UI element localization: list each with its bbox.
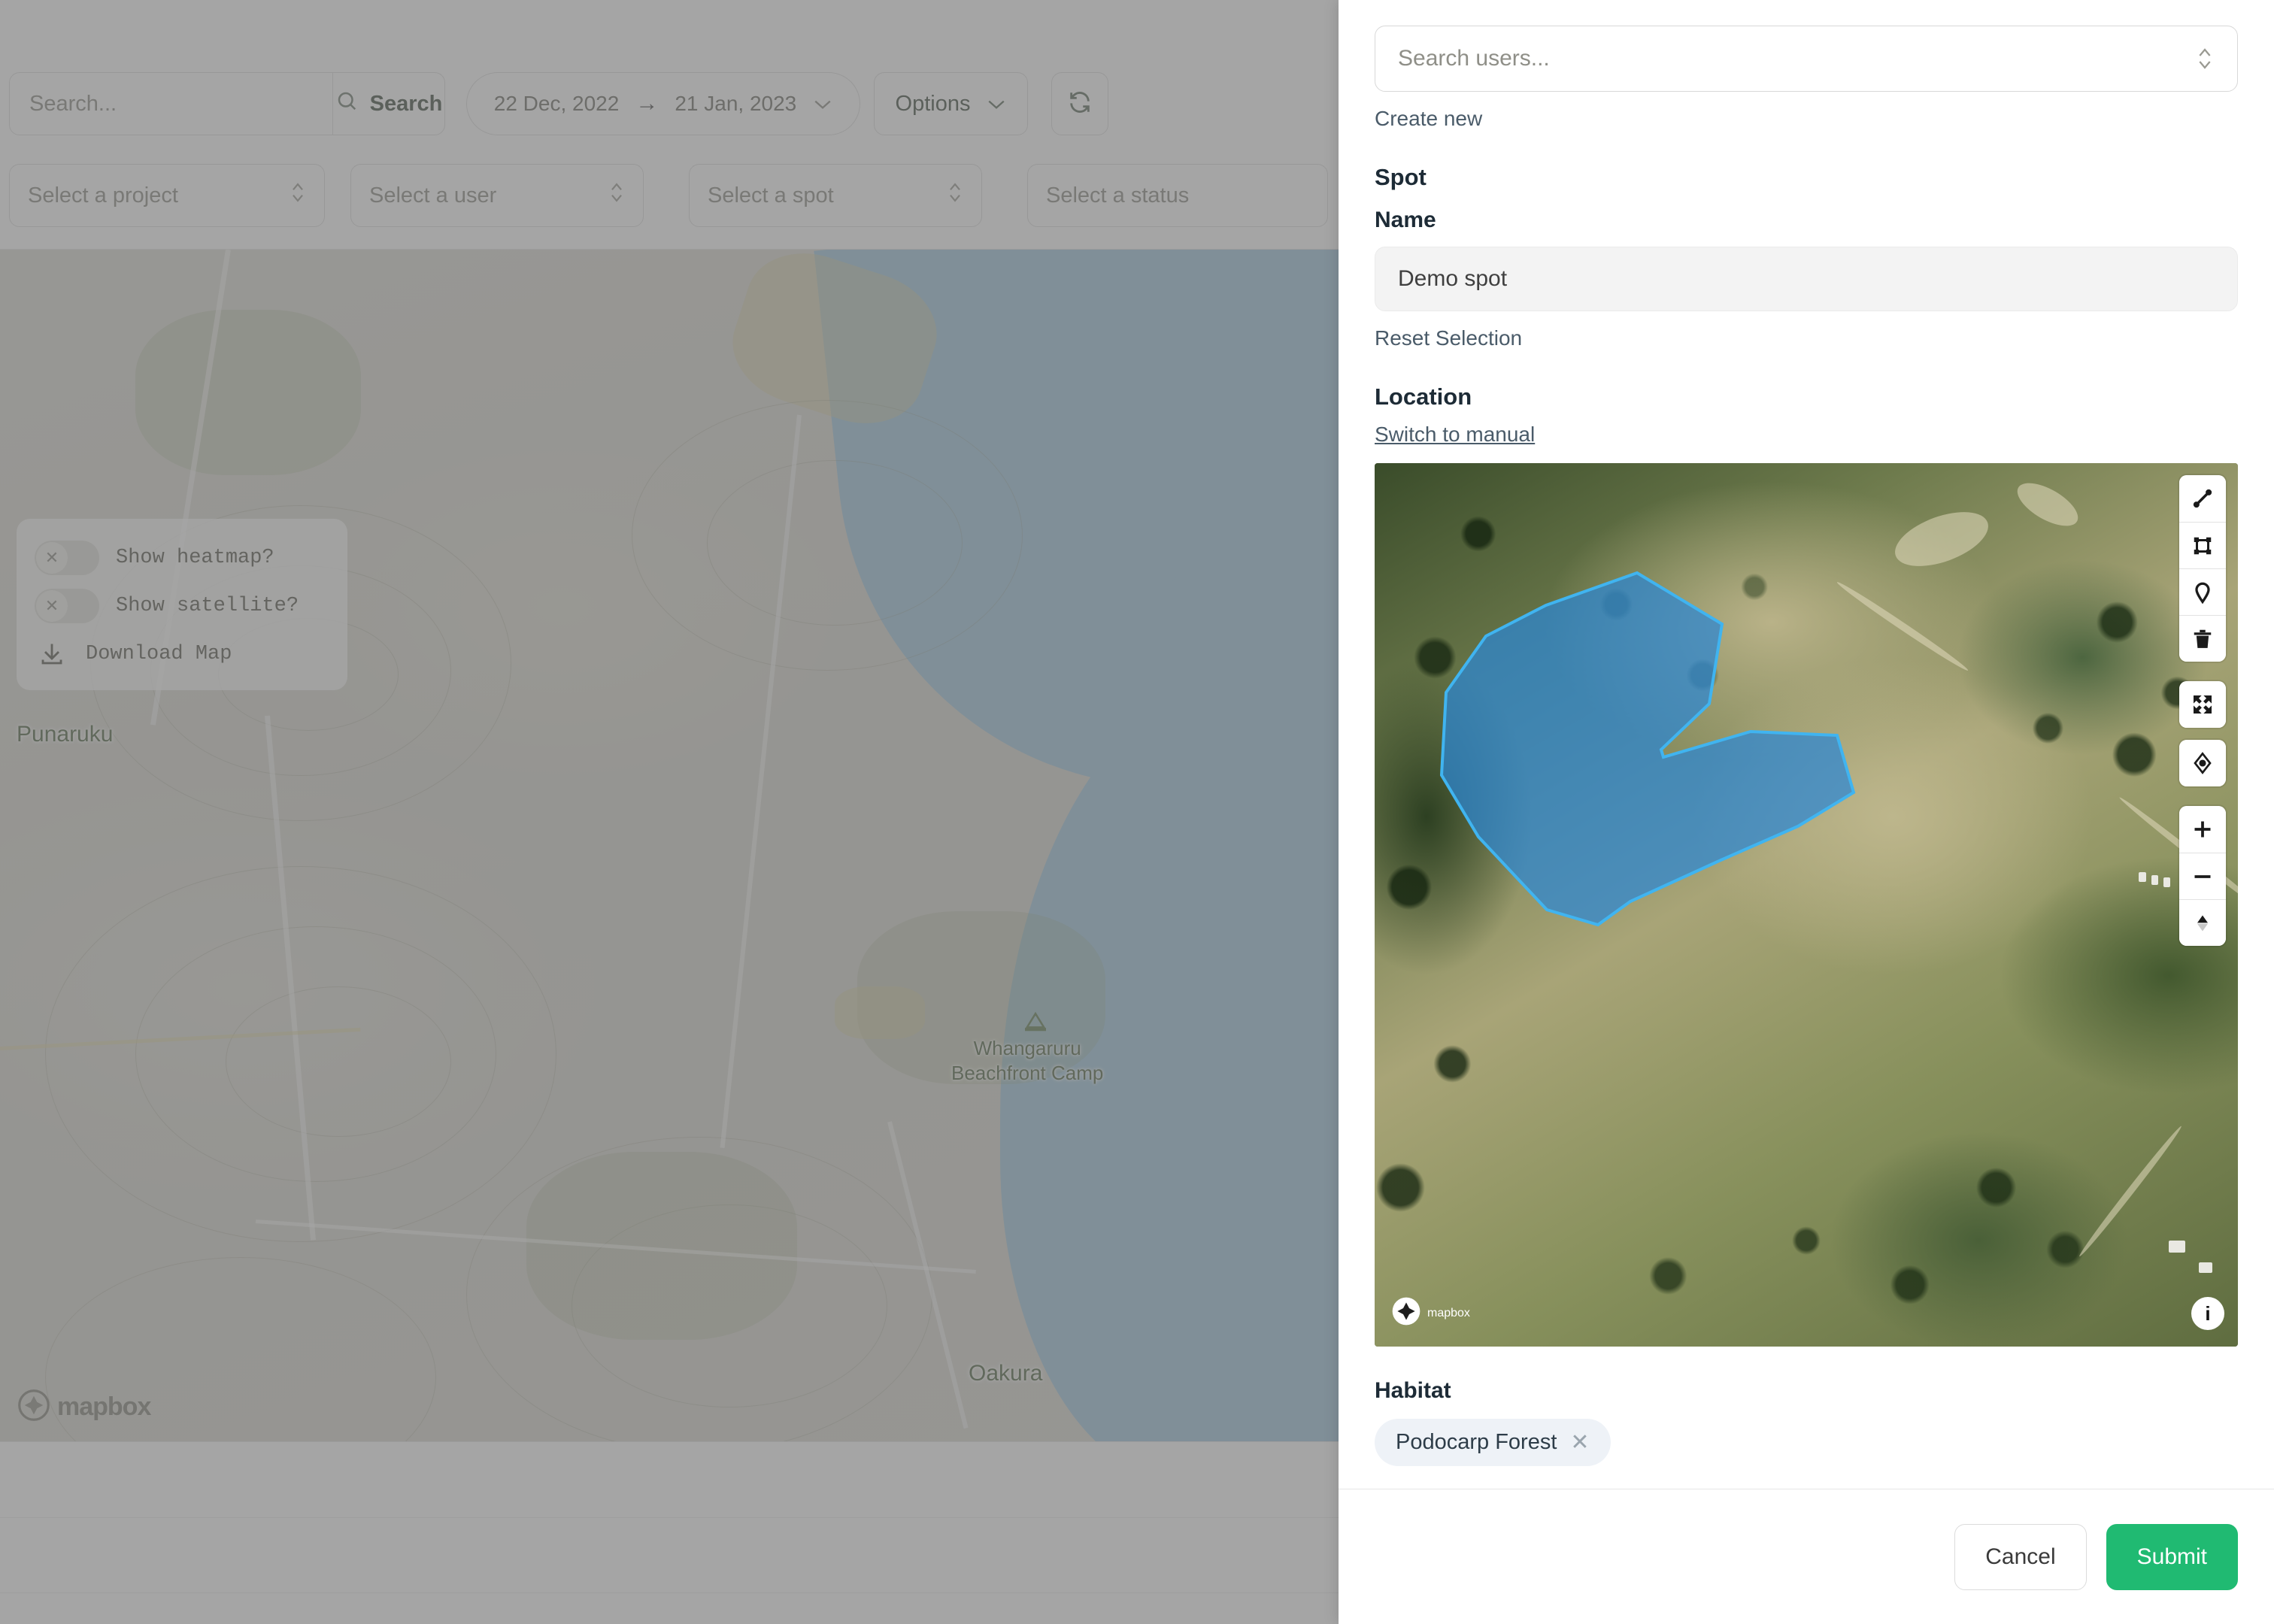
toggle-off-icon: ✕ <box>36 542 68 574</box>
map-place-label: Punaruku <box>17 722 114 747</box>
spot-section-title: Spot <box>1375 164 1427 190</box>
map-landcover <box>835 986 925 1039</box>
options-label: Options <box>895 91 971 116</box>
spot-filter-label: Select a spot <box>708 183 834 208</box>
map-contour <box>572 1204 887 1407</box>
refresh-button[interactable] <box>1051 72 1108 135</box>
user-search-select[interactable]: Search users... <box>1375 26 2238 92</box>
cancel-button[interactable]: Cancel <box>1954 1523 2087 1590</box>
mapbox-attribution-label: mapbox <box>57 1392 151 1421</box>
chevron-down-icon <box>987 92 1006 117</box>
spot-editor-body: Search users... Create new Spot Name Res… <box>1339 0 2274 1489</box>
map-fullscreen-control <box>2179 681 2226 728</box>
drawn-polygon[interactable] <box>1375 463 2238 1347</box>
name-field-label: Name <box>1375 208 1436 232</box>
satellite-toggle-row: ✕ Show satellite? <box>35 582 329 630</box>
location-section-title: Location <box>1375 383 1472 410</box>
mapbox-attribution[interactable]: mapbox <box>18 1389 151 1425</box>
chevron-updown-icon <box>2195 44 2215 74</box>
campsite-icon <box>1023 1010 1048 1035</box>
zoom-out-icon[interactable] <box>2179 853 2226 899</box>
draw-point-icon[interactable] <box>2179 568 2226 615</box>
bottom-panel <box>0 1441 1339 1624</box>
app-root: Search 22 Dec, 2022 → 21 Jan, 2023 Optio… <box>0 0 2274 1624</box>
map-options-panel: ✕ Show heatmap? ✕ Show satellite? Downlo… <box>17 519 347 690</box>
geolocate-icon[interactable] <box>2179 740 2226 786</box>
map-contour <box>707 460 963 626</box>
mapbox-logo-icon <box>18 1389 50 1425</box>
options-button[interactable]: Options <box>874 72 1028 135</box>
reset-selection-link[interactable]: Reset Selection <box>1375 326 1522 350</box>
heatmap-toggle[interactable]: ✕ <box>35 541 99 575</box>
spot-filter-select[interactable]: Select a spot <box>689 164 982 227</box>
user-filter-select[interactable]: Select a user <box>350 164 644 227</box>
search-button-label: Search <box>369 91 443 116</box>
user-filter-label: Select a user <box>369 183 497 208</box>
draw-polygon-icon[interactable] <box>2179 522 2226 568</box>
divider <box>0 1592 1339 1593</box>
spot-name-input[interactable] <box>1375 247 2238 311</box>
chevron-down-icon <box>813 92 832 116</box>
panel-footer: Cancel Submit <box>1339 1489 2274 1624</box>
download-icon <box>35 641 69 668</box>
main-map[interactable]: Punaruku Whangaruru Beachfront Camp Oakur… <box>0 250 1339 1441</box>
map-place-label: Whangaruru Beachfront Camp <box>951 1037 1104 1084</box>
map-draw-tools <box>2179 475 2226 662</box>
arrow-right-icon: → <box>635 91 659 116</box>
background-app: Search 22 Dec, 2022 → 21 Jan, 2023 Optio… <box>0 0 1339 1624</box>
map-zoom-controls <box>2179 806 2226 946</box>
search-box: Search <box>9 72 445 135</box>
heatmap-toggle-label: Show heatmap? <box>116 547 274 569</box>
date-range-end: 21 Jan, 2023 <box>675 92 797 115</box>
mapbox-attribution[interactable]: mapbox <box>1391 1296 1470 1330</box>
switch-to-manual-link[interactable]: Switch to manual <box>1375 423 1535 447</box>
mapbox-logo-icon <box>1391 1296 1421 1330</box>
map-info-button[interactable]: i <box>2191 1297 2224 1330</box>
spot-editor-panel: Search users... Create new Spot Name Res… <box>1339 0 2274 1624</box>
chevron-updown-icon <box>290 180 306 211</box>
toggle-off-icon: ✕ <box>36 590 68 622</box>
satellite-toggle[interactable]: ✕ <box>35 589 99 623</box>
map-contour <box>226 986 451 1137</box>
search-input[interactable] <box>10 73 332 135</box>
submit-button[interactable]: Submit <box>2106 1523 2238 1590</box>
habitat-tag-label: Podocarp Forest <box>1396 1430 1557 1454</box>
refresh-icon <box>1067 89 1093 119</box>
search-button[interactable]: Search <box>332 73 444 135</box>
project-filter-select[interactable]: Select a project <box>9 164 325 227</box>
draw-line-icon[interactable] <box>2179 475 2226 522</box>
info-icon: i <box>2205 1301 2211 1325</box>
heatmap-toggle-row: ✕ Show heatmap? <box>35 534 329 582</box>
fullscreen-icon[interactable] <box>2179 681 2226 728</box>
date-range-start: 22 Dec, 2022 <box>493 92 620 115</box>
map-landcover <box>135 310 361 475</box>
search-icon <box>335 89 358 118</box>
habitat-label: Habitat <box>1375 1378 1451 1403</box>
compass-icon[interactable] <box>2179 899 2226 946</box>
create-new-link[interactable]: Create new <box>1375 107 1482 131</box>
map-place-label: Oakura <box>969 1361 1043 1386</box>
user-search-placeholder: Search users... <box>1398 46 1550 71</box>
project-filter-label: Select a project <box>28 183 178 208</box>
download-map-label: Download Map <box>86 643 232 665</box>
close-icon[interactable]: ✕ <box>1570 1429 1589 1456</box>
date-range-picker[interactable]: 22 Dec, 2022 → 21 Jan, 2023 <box>466 72 860 135</box>
chevron-updown-icon <box>608 180 625 211</box>
map-geolocate-control <box>2179 740 2226 786</box>
status-filter-label: Select a status <box>1046 183 1190 208</box>
location-map[interactable]: mapbox i <box>1375 463 2238 1347</box>
mapbox-attribution-label: mapbox <box>1427 1306 1470 1320</box>
status-filter-select[interactable]: Select a status <box>1027 164 1328 227</box>
filters-toolbar: Search 22 Dec, 2022 → 21 Jan, 2023 Optio… <box>0 0 1339 250</box>
habitat-tag[interactable]: Podocarp Forest ✕ <box>1375 1419 1611 1466</box>
download-map-button[interactable]: Download Map <box>35 630 329 678</box>
satellite-toggle-label: Show satellite? <box>116 595 299 617</box>
zoom-in-icon[interactable] <box>2179 806 2226 853</box>
delete-icon[interactable] <box>2179 615 2226 662</box>
divider <box>0 1517 1339 1518</box>
chevron-updown-icon <box>947 180 963 211</box>
